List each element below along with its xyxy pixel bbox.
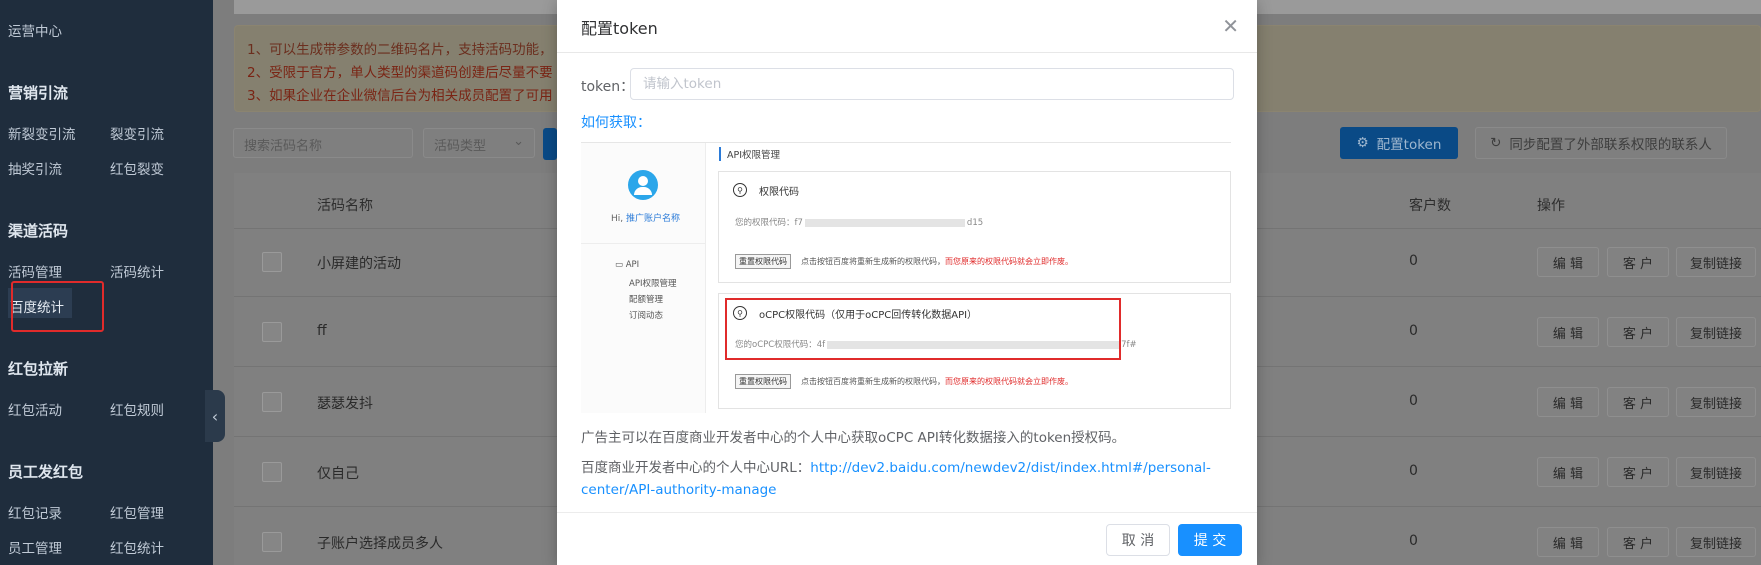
notice-line-3: 3、如果企业在企业微信后台为相关成员配置了可用 bbox=[247, 88, 553, 104]
sidebar-item-redpack-manage[interactable]: 红包管理 bbox=[110, 502, 164, 522]
edit-button[interactable]: 编 辑 bbox=[1537, 247, 1599, 277]
sync-contacts-button[interactable]: ↻ 同步配置了外部联系权限的联系人 bbox=[1475, 127, 1727, 159]
token-input[interactable] bbox=[630, 68, 1234, 100]
sidebar-group-channel-code: 渠道活码 bbox=[8, 222, 69, 240]
how-to-heading: 如何获取： bbox=[581, 115, 651, 131]
row-checkbox[interactable] bbox=[262, 252, 282, 272]
row-customer-count: 0 bbox=[1409, 253, 1418, 269]
guide-screenshot: Hi, 推广账户名称 ▭ API API权限管理 配额管理 订阅动态 API权限… bbox=[581, 142, 1231, 413]
edit-button[interactable]: 编 辑 bbox=[1537, 527, 1599, 557]
copy-link-button[interactable]: 复制链接 bbox=[1676, 317, 1756, 347]
sidebar-item-lottery[interactable]: 抽奖引流 bbox=[8, 158, 62, 178]
refresh-icon: ↻ bbox=[1490, 135, 1502, 151]
row-checkbox[interactable] bbox=[262, 392, 282, 412]
row-code-name: 小屏建的活动 bbox=[317, 256, 401, 272]
collapse-sidebar-handle[interactable]: ‹ bbox=[205, 390, 225, 442]
customers-button[interactable]: 客 户 bbox=[1607, 527, 1669, 557]
url-line: 百度商业开发者中心的个人中心URL：http://dev2.baidu.com/… bbox=[581, 460, 1211, 498]
highlight-box bbox=[11, 281, 104, 332]
reset-code-button: 重置权限代码 bbox=[735, 254, 791, 269]
row-code-name: 子账户选择成员多人 bbox=[317, 536, 443, 552]
dialog-title: 配置token bbox=[581, 19, 658, 38]
menu-quota: 配额管理 bbox=[629, 295, 664, 305]
submit-button[interactable]: 提 交 bbox=[1178, 524, 1242, 556]
copy-link-button[interactable]: 复制链接 bbox=[1676, 387, 1756, 417]
row-checkbox[interactable] bbox=[262, 532, 282, 552]
config-token-button[interactable]: ⚙ 配置token bbox=[1340, 127, 1458, 159]
config-token-dialog: 配置token ✕ token： 如何获取： Hi, 推广账户名称 ▭ API … bbox=[557, 0, 1257, 565]
sidebar-item-redpack-fission[interactable]: 红包裂变 bbox=[110, 158, 164, 178]
sidebar: 运营中心 营销引流 新裂变引流 裂变引流 抽奖引流 红包裂变 渠道活码 活码管理… bbox=[0, 0, 213, 565]
row-code-name: 瑟瑟发抖 bbox=[317, 396, 373, 412]
sidebar-group-redpack: 红包拉新 bbox=[8, 360, 69, 378]
token-label: token： bbox=[581, 79, 635, 95]
reset-ocpc-code-button: 重置权限代码 bbox=[735, 374, 791, 389]
gear-icon: ⚙ bbox=[1356, 135, 1369, 151]
row-customer-count: 0 bbox=[1409, 533, 1418, 549]
copy-link-button[interactable]: 复制链接 bbox=[1676, 247, 1756, 277]
notice-line-2: 2、受限于官方，单人类型的渠道码创建后尽量不要 bbox=[247, 65, 553, 81]
auth-code-card: ⚲ 权限代码 您的权限代码：f7 d15 重置权限代码 点击按钮百度将重新生成新的… bbox=[718, 171, 1231, 283]
row-code-name: ff bbox=[317, 323, 327, 339]
sidebar-item-redpack-records[interactable]: 红包记录 bbox=[8, 502, 62, 522]
menu-api: ▭ API bbox=[615, 260, 640, 270]
chevron-down-icon: ⌄ bbox=[513, 134, 524, 149]
th-customer-count: 客户数 bbox=[1409, 198, 1451, 214]
row-code-name: 仅自己 bbox=[317, 466, 359, 482]
notice-line-1: 1、可以生成带参数的二维码名片，支持活码功能， bbox=[247, 42, 553, 58]
sidebar-item-staff-manage[interactable]: 员工管理 bbox=[8, 537, 62, 557]
edit-button[interactable]: 编 辑 bbox=[1537, 457, 1599, 487]
chevron-left-icon: ‹ bbox=[211, 406, 219, 426]
customers-button[interactable]: 客 户 bbox=[1607, 247, 1669, 277]
copy-link-button[interactable]: 复制链接 bbox=[1676, 527, 1756, 557]
sidebar-item-redpack-stats[interactable]: 红包统计 bbox=[110, 537, 164, 557]
api-auth-title: API权限管理 bbox=[719, 147, 780, 161]
edit-button[interactable]: 编 辑 bbox=[1537, 387, 1599, 417]
row-checkbox[interactable] bbox=[262, 322, 282, 342]
description-text: 广告主可以在百度商业开发者中心的个人中心获取oCPC API转化数据接入的tok… bbox=[581, 430, 1126, 446]
edit-button[interactable]: 编 辑 bbox=[1537, 317, 1599, 347]
sidebar-item-code-stats[interactable]: 活码统计 bbox=[110, 261, 164, 281]
sidebar-group-marketing: 营销引流 bbox=[8, 84, 69, 102]
th-actions: 操作 bbox=[1537, 198, 1565, 214]
sidebar-item-new-fission[interactable]: 新裂变引流 bbox=[8, 123, 76, 143]
menu-subscription: 订阅动态 bbox=[629, 311, 664, 321]
menu-api-auth: API权限管理 bbox=[629, 279, 677, 289]
customers-button[interactable]: 客 户 bbox=[1607, 317, 1669, 347]
row-customer-count: 0 bbox=[1409, 463, 1418, 479]
sidebar-item-ops-center[interactable]: 运营中心 bbox=[8, 20, 62, 40]
highlight-box bbox=[725, 298, 1121, 360]
customers-button[interactable]: 客 户 bbox=[1607, 457, 1669, 487]
cancel-button[interactable]: 取 消 bbox=[1106, 524, 1170, 556]
sidebar-item-fission[interactable]: 裂变引流 bbox=[110, 123, 164, 143]
search-input[interactable]: 搜索活码名称 bbox=[233, 128, 413, 158]
row-customer-count: 0 bbox=[1409, 393, 1418, 409]
sidebar-item-redpack-rules[interactable]: 红包规则 bbox=[110, 399, 164, 419]
row-customer-count: 0 bbox=[1409, 323, 1418, 339]
customers-button[interactable]: 客 户 bbox=[1607, 387, 1669, 417]
account-name: 推广账户名称 bbox=[626, 214, 681, 224]
row-checkbox[interactable] bbox=[262, 462, 282, 482]
sidebar-group-staff-redpack: 员工发红包 bbox=[8, 463, 84, 481]
code-type-select[interactable]: 活码类型 ⌄ bbox=[423, 128, 535, 158]
sidebar-item-redpack-activity[interactable]: 红包活动 bbox=[8, 399, 62, 419]
key-icon: ⚲ bbox=[733, 183, 747, 197]
copy-link-button[interactable]: 复制链接 bbox=[1676, 457, 1756, 487]
avatar bbox=[628, 170, 658, 200]
th-code-name: 活码名称 bbox=[317, 198, 373, 214]
sidebar-item-code-manage[interactable]: 活码管理 bbox=[8, 261, 62, 281]
close-icon[interactable]: ✕ bbox=[1222, 14, 1239, 38]
